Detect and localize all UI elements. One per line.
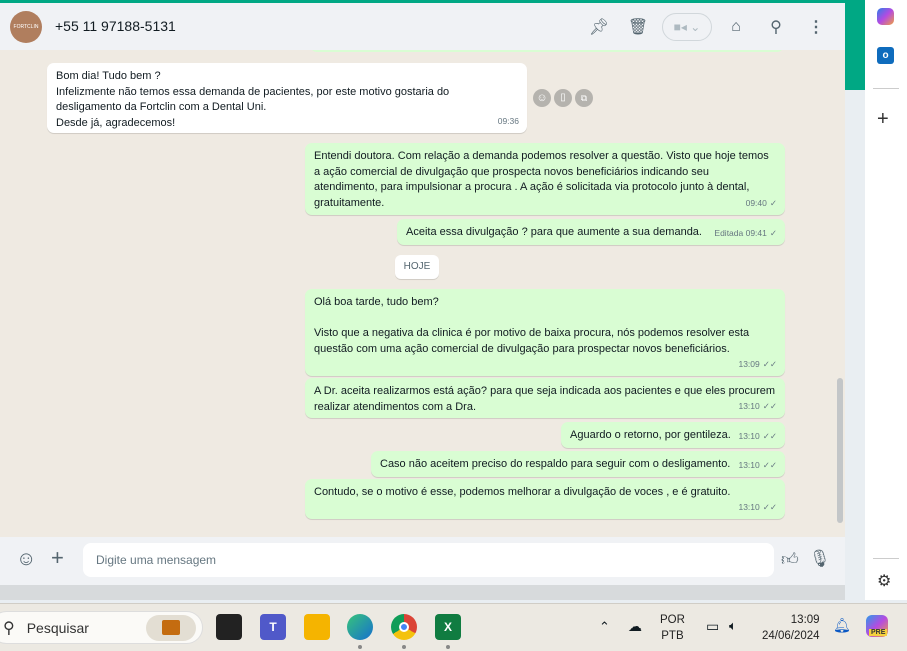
add-icon[interactable]: + xyxy=(877,108,889,131)
delivered-check-icon: ✓✓ xyxy=(762,430,777,441)
message-text: Entendi doutora. Com relação a demanda p… xyxy=(314,150,769,162)
teams-icon[interactable]: T xyxy=(260,614,286,640)
message-actions: ☺ ▯ ⧉ xyxy=(533,89,593,107)
edge-icon[interactable] xyxy=(347,614,373,640)
file-explorer-icon[interactable] xyxy=(304,614,330,640)
search-icon[interactable]: ⚲ xyxy=(764,15,788,39)
message-text: A Dr. aceita realizarmos está ação? para… xyxy=(314,385,776,397)
message-time: Editada 09:41 xyxy=(714,227,767,238)
message-time: 13:09 xyxy=(738,358,760,369)
task-view-icon[interactable] xyxy=(216,614,242,640)
react-emoji-icon[interactable]: ☺ xyxy=(533,89,551,107)
trash-icon[interactable]: 🗑︎ xyxy=(626,15,650,39)
sidebar-divider xyxy=(873,88,899,89)
clock[interactable]: 13:09 24/06/2024 xyxy=(762,612,820,644)
sent-check-icon: ✓ xyxy=(769,227,777,238)
keyboard-layout: PTB xyxy=(661,630,684,642)
attach-icon[interactable]: + xyxy=(51,545,64,571)
taskbar-search[interactable]: ⚲ Pesquisar xyxy=(0,611,203,644)
delivered-check-icon: ✓✓ xyxy=(762,400,777,411)
notification-bell-icon[interactable]: 🔔︎ xyxy=(833,617,851,634)
copilot-taskbar-icon[interactable]: PRE xyxy=(866,615,888,637)
message-text: Visto que a negativa da clinica é por mo… xyxy=(314,327,750,339)
clock-time: 13:09 xyxy=(790,614,820,626)
clock-date: 24/06/2024 xyxy=(762,630,820,642)
message-time: 13:10 xyxy=(738,430,760,441)
like-icon[interactable]: 👍︎ xyxy=(781,549,799,570)
browser-sidebar: o + ⚙ xyxy=(865,0,907,600)
network-icon[interactable]: ▭ xyxy=(706,618,719,635)
settings-icon[interactable]: ⚙ xyxy=(877,571,891,591)
running-indicator xyxy=(402,645,406,649)
window-bottom xyxy=(0,585,845,600)
tray-chevron-icon[interactable]: ⌃ xyxy=(599,619,610,635)
preview-badge: PRE xyxy=(869,629,888,636)
message-text: Infelizmente não temos essa demanda de p… xyxy=(56,85,450,98)
copilot-icon[interactable] xyxy=(877,8,894,25)
language-code: POR xyxy=(660,614,685,626)
message-outgoing[interactable]: Caso não aceitem preciso do respaldo par… xyxy=(371,451,785,477)
mic-icon[interactable]: 🎙︎ xyxy=(809,549,831,569)
delivered-check-icon: ✓✓ xyxy=(762,501,777,512)
previous-message-edge xyxy=(310,50,784,52)
message-time: 09:36 xyxy=(497,115,519,126)
message-text: desligamento da Fortclin com a Dental Un… xyxy=(56,101,267,113)
running-indicator xyxy=(446,645,450,649)
message-text: gratuitamente. xyxy=(314,196,385,209)
search-icon: ⚲ xyxy=(3,619,15,637)
message-outgoing[interactable]: Entendi doutora. Com relação a demanda p… xyxy=(305,143,785,215)
delivered-check-icon: ✓✓ xyxy=(762,358,777,369)
chrome-icon[interactable] xyxy=(391,614,417,640)
message-text: Bom dia! Tudo bem ? xyxy=(56,70,161,82)
delivered-check-icon: ✓✓ xyxy=(762,459,777,470)
message-time: 13:10 xyxy=(738,459,760,470)
video-call-button[interactable]: ■◂ ⌄ xyxy=(662,13,712,41)
contact-name[interactable]: +55 11 97188-5131 xyxy=(55,18,176,34)
sidebar-divider xyxy=(873,558,899,559)
pin-icon[interactable]: 📌︎ xyxy=(587,15,611,39)
message-text: Olá boa tarde, tudo bem? xyxy=(314,296,439,308)
message-input[interactable] xyxy=(83,543,774,577)
outlook-icon[interactable]: o xyxy=(877,47,894,64)
message-text: atendimento, para impulsionar a procura … xyxy=(314,181,750,193)
avatar[interactable]: FORTCLIN xyxy=(10,11,42,43)
sent-check-icon: ✓ xyxy=(769,197,777,208)
window-accent-strip xyxy=(845,0,865,90)
chat-header: FORTCLIN +55 11 97188-5131 📌︎ 🗑︎ ■◂ ⌄ ⌂ … xyxy=(0,3,845,50)
copy-icon[interactable]: ▯ xyxy=(554,89,572,107)
message-text: a ação comercial de divulgação que prosp… xyxy=(314,165,710,178)
onedrive-offline-icon[interactable]: ☁ xyxy=(628,618,642,635)
message-text: realizar atendimentos com a Dra. xyxy=(314,400,477,413)
message-text: Contudo, se o motivo é esse, podemos mel… xyxy=(314,486,731,498)
message-time: 13:10 xyxy=(738,501,760,512)
message-outgoing[interactable]: Contudo, se o motivo é esse, podemos mel… xyxy=(305,479,785,519)
message-text: Caso não aceitem preciso do respaldo par… xyxy=(380,458,731,470)
volume-icon[interactable]: 🔈︎ xyxy=(729,618,737,634)
briefcase-icon xyxy=(146,614,196,641)
message-time: 13:10 xyxy=(738,400,760,411)
message-outgoing[interactable]: Aceita essa divulgação ? para que aument… xyxy=(397,219,785,245)
message-text xyxy=(314,311,777,327)
message-outgoing[interactable]: Aguardo o retorno, por gentileza. 13:10 ✓… xyxy=(561,422,785,448)
message-text: questão com uma ação comercial de divulg… xyxy=(314,342,730,355)
emoji-icon[interactable]: ☺ xyxy=(16,548,36,571)
language-indicator[interactable]: POR PTB xyxy=(660,612,685,644)
chat-area: Bom dia! Tudo bem ? Infelizmente não tem… xyxy=(0,50,845,537)
message-time: 09:40 xyxy=(745,197,767,208)
store-icon[interactable]: ⌂ xyxy=(724,15,748,39)
video-icon: ■◂ ⌄ xyxy=(673,20,701,34)
excel-icon[interactable]: X xyxy=(435,614,461,640)
translate-icon[interactable]: ⧉ xyxy=(575,89,593,107)
message-text: Desde já, agradecemos! xyxy=(56,116,176,129)
search-label: Pesquisar xyxy=(26,619,89,636)
scrollbar[interactable] xyxy=(837,378,843,523)
menu-icon[interactable]: ⋮ xyxy=(804,15,828,39)
date-divider: HOJE xyxy=(395,255,439,279)
running-indicator xyxy=(358,645,362,649)
message-incoming[interactable]: Bom dia! Tudo bem ? Infelizmente não tem… xyxy=(47,63,527,133)
message-outgoing[interactable]: A Dr. aceita realizarmos está ação? para… xyxy=(305,378,785,418)
message-outgoing[interactable]: Olá boa tarde, tudo bem? Visto que a neg… xyxy=(305,289,785,376)
